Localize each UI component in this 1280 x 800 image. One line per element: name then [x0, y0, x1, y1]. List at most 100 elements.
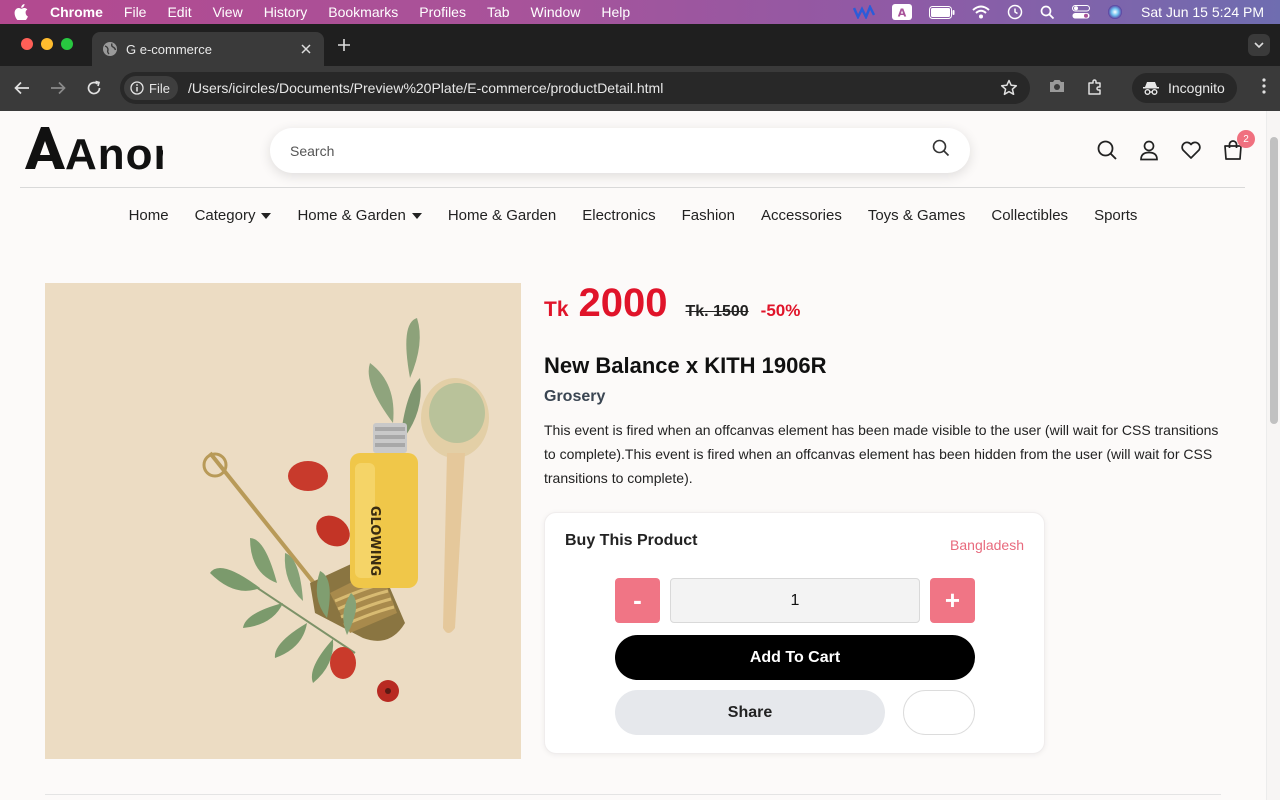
menu-bookmarks[interactable]: Bookmarks	[328, 4, 398, 20]
tab-search-button[interactable]	[1248, 34, 1270, 56]
close-window-button[interactable]	[21, 38, 33, 50]
main-nav: Home Category Home & Garden Home & Garde…	[0, 207, 1266, 224]
incognito-icon	[1143, 82, 1159, 95]
logo-wordmark: Anon	[25, 127, 180, 179]
time-machine-icon[interactable]	[1007, 4, 1023, 20]
extensions-icon[interactable]	[1086, 78, 1104, 101]
bottle-label: GLOWING	[367, 506, 382, 576]
nav-item-home[interactable]: Home	[129, 207, 169, 224]
increase-quantity-button[interactable]: +	[930, 578, 975, 623]
product-category: Grosery	[544, 388, 606, 405]
heart-icon[interactable]	[1180, 139, 1202, 161]
caret-down-icon	[411, 212, 422, 219]
cart-button[interactable]: 2	[1222, 130, 1255, 161]
reload-button[interactable]	[84, 78, 104, 98]
nav-item-sports[interactable]: Sports	[1094, 207, 1137, 224]
price-row: Tk 2000 Tk. 1500 -50%	[544, 281, 800, 326]
nav-label: Toys & Games	[867, 207, 966, 224]
nav-item-home-garden[interactable]: Home & Garden	[448, 207, 556, 224]
menu-view[interactable]: View	[213, 4, 243, 20]
nav-item-electronics[interactable]: Electronics	[582, 207, 655, 224]
menu-app-name[interactable]: Chrome	[50, 4, 103, 20]
product-image[interactable]: GLOWING	[45, 283, 521, 759]
browser-tab[interactable]: G e-commerce	[92, 32, 324, 66]
address-bar[interactable]: File /Users/icircles/Documents/Preview%2…	[120, 72, 1030, 104]
more-menu-icon[interactable]	[1262, 78, 1266, 99]
search-icon[interactable]	[932, 139, 950, 162]
forward-button[interactable]	[48, 78, 68, 98]
nav-label: Home & Garden	[297, 207, 406, 224]
discount-label: -50%	[760, 301, 801, 320]
product-name: New Balance x KITH 1906R	[544, 353, 827, 378]
zoom-window-button[interactable]	[61, 38, 73, 50]
header-divider	[20, 187, 1245, 188]
price-currency: Tk	[544, 298, 569, 321]
bookmark-star-icon[interactable]	[1000, 79, 1018, 102]
battery-icon[interactable]	[929, 5, 955, 19]
menu-edit[interactable]: Edit	[167, 4, 191, 20]
header-search-icon[interactable]	[1096, 139, 1118, 161]
header-actions: 2	[1096, 130, 1255, 161]
buy-card-title: Buy This Product	[565, 532, 698, 549]
product-photo: GLOWING	[45, 283, 521, 759]
nav-label: Home	[128, 207, 169, 224]
chevron-down-icon	[1254, 41, 1264, 48]
nav-item-fashion[interactable]: Fashion	[682, 207, 735, 224]
siri-icon[interactable]	[1107, 4, 1123, 20]
nav-item-toys-games[interactable]: Toys & Games	[868, 207, 966, 224]
wave-app-icon[interactable]	[853, 5, 876, 19]
minimize-window-button[interactable]	[41, 38, 53, 50]
nav-item-accessories[interactable]: Accessories	[761, 207, 842, 224]
menu-tab[interactable]: Tab	[487, 4, 510, 20]
wishlist-button[interactable]	[903, 690, 975, 735]
old-price: Tk. 1500	[685, 303, 749, 320]
scrollbar-thumb[interactable]	[1270, 137, 1278, 424]
svg-text:A: A	[898, 7, 907, 20]
menu-window[interactable]: Window	[531, 4, 581, 20]
menu-profiles[interactable]: Profiles	[419, 4, 466, 20]
spotlight-search-icon[interactable]	[1040, 5, 1055, 20]
menubar-datetime[interactable]: Sat Jun 15 5:24 PM	[1141, 4, 1264, 20]
nav-item-collectibles[interactable]: Collectibles	[991, 207, 1068, 224]
product-description: This event is fired when an offcanvas el…	[544, 422, 1219, 486]
buy-card: Buy This Product Bangladesh - + Add To C…	[544, 512, 1045, 754]
page-scrollbar[interactable]	[1266, 111, 1280, 800]
site-info-chip[interactable]: File	[124, 76, 178, 100]
nav-item-category[interactable]: Category	[195, 207, 272, 224]
camera-icon[interactable]	[1048, 78, 1066, 99]
input-source-icon[interactable]: A	[892, 4, 913, 20]
apple-icon[interactable]	[14, 4, 28, 20]
search-input[interactable]	[290, 142, 932, 159]
incognito-label: Incognito	[1168, 80, 1225, 96]
user-icon[interactable]	[1138, 139, 1160, 161]
price-value: 2000	[578, 281, 668, 325]
incognito-indicator[interactable]: Incognito	[1132, 73, 1237, 103]
nav-label: Electronics	[582, 207, 656, 224]
logo-text: Anon	[65, 130, 163, 171]
wifi-icon[interactable]	[972, 5, 990, 19]
share-button[interactable]: Share	[615, 690, 885, 735]
quantity-input[interactable]	[670, 578, 920, 623]
nav-label: Fashion	[681, 207, 735, 224]
new-tab-button[interactable]	[334, 36, 354, 56]
nav-item-home-garden-dropdown[interactable]: Home & Garden	[297, 207, 422, 224]
control-center-icon[interactable]	[1072, 5, 1091, 19]
url-text[interactable]: /Users/icircles/Documents/Preview%20Plat…	[188, 80, 663, 96]
reload-icon	[87, 80, 101, 95]
macos-menu-bar: Chrome File Edit View History Bookmarks …	[0, 0, 1280, 24]
nav-label: Category	[194, 207, 256, 224]
caret-down-icon	[261, 212, 272, 219]
shipping-country[interactable]: Bangladesh	[950, 537, 1024, 553]
search-bar[interactable]	[270, 128, 970, 173]
forward-arrow-icon	[51, 81, 66, 95]
back-button[interactable]	[12, 78, 32, 98]
menu-history[interactable]: History	[264, 4, 308, 20]
cart-count-badge: 2	[1237, 130, 1255, 148]
window-controls	[21, 38, 73, 50]
decrease-quantity-button[interactable]: -	[615, 578, 660, 623]
site-logo[interactable]: Anon	[23, 125, 180, 182]
close-tab-icon[interactable]	[298, 41, 314, 57]
menu-help[interactable]: Help	[601, 4, 630, 20]
menu-file[interactable]: File	[124, 4, 147, 20]
add-to-cart-button[interactable]: Add To Cart	[615, 635, 975, 680]
